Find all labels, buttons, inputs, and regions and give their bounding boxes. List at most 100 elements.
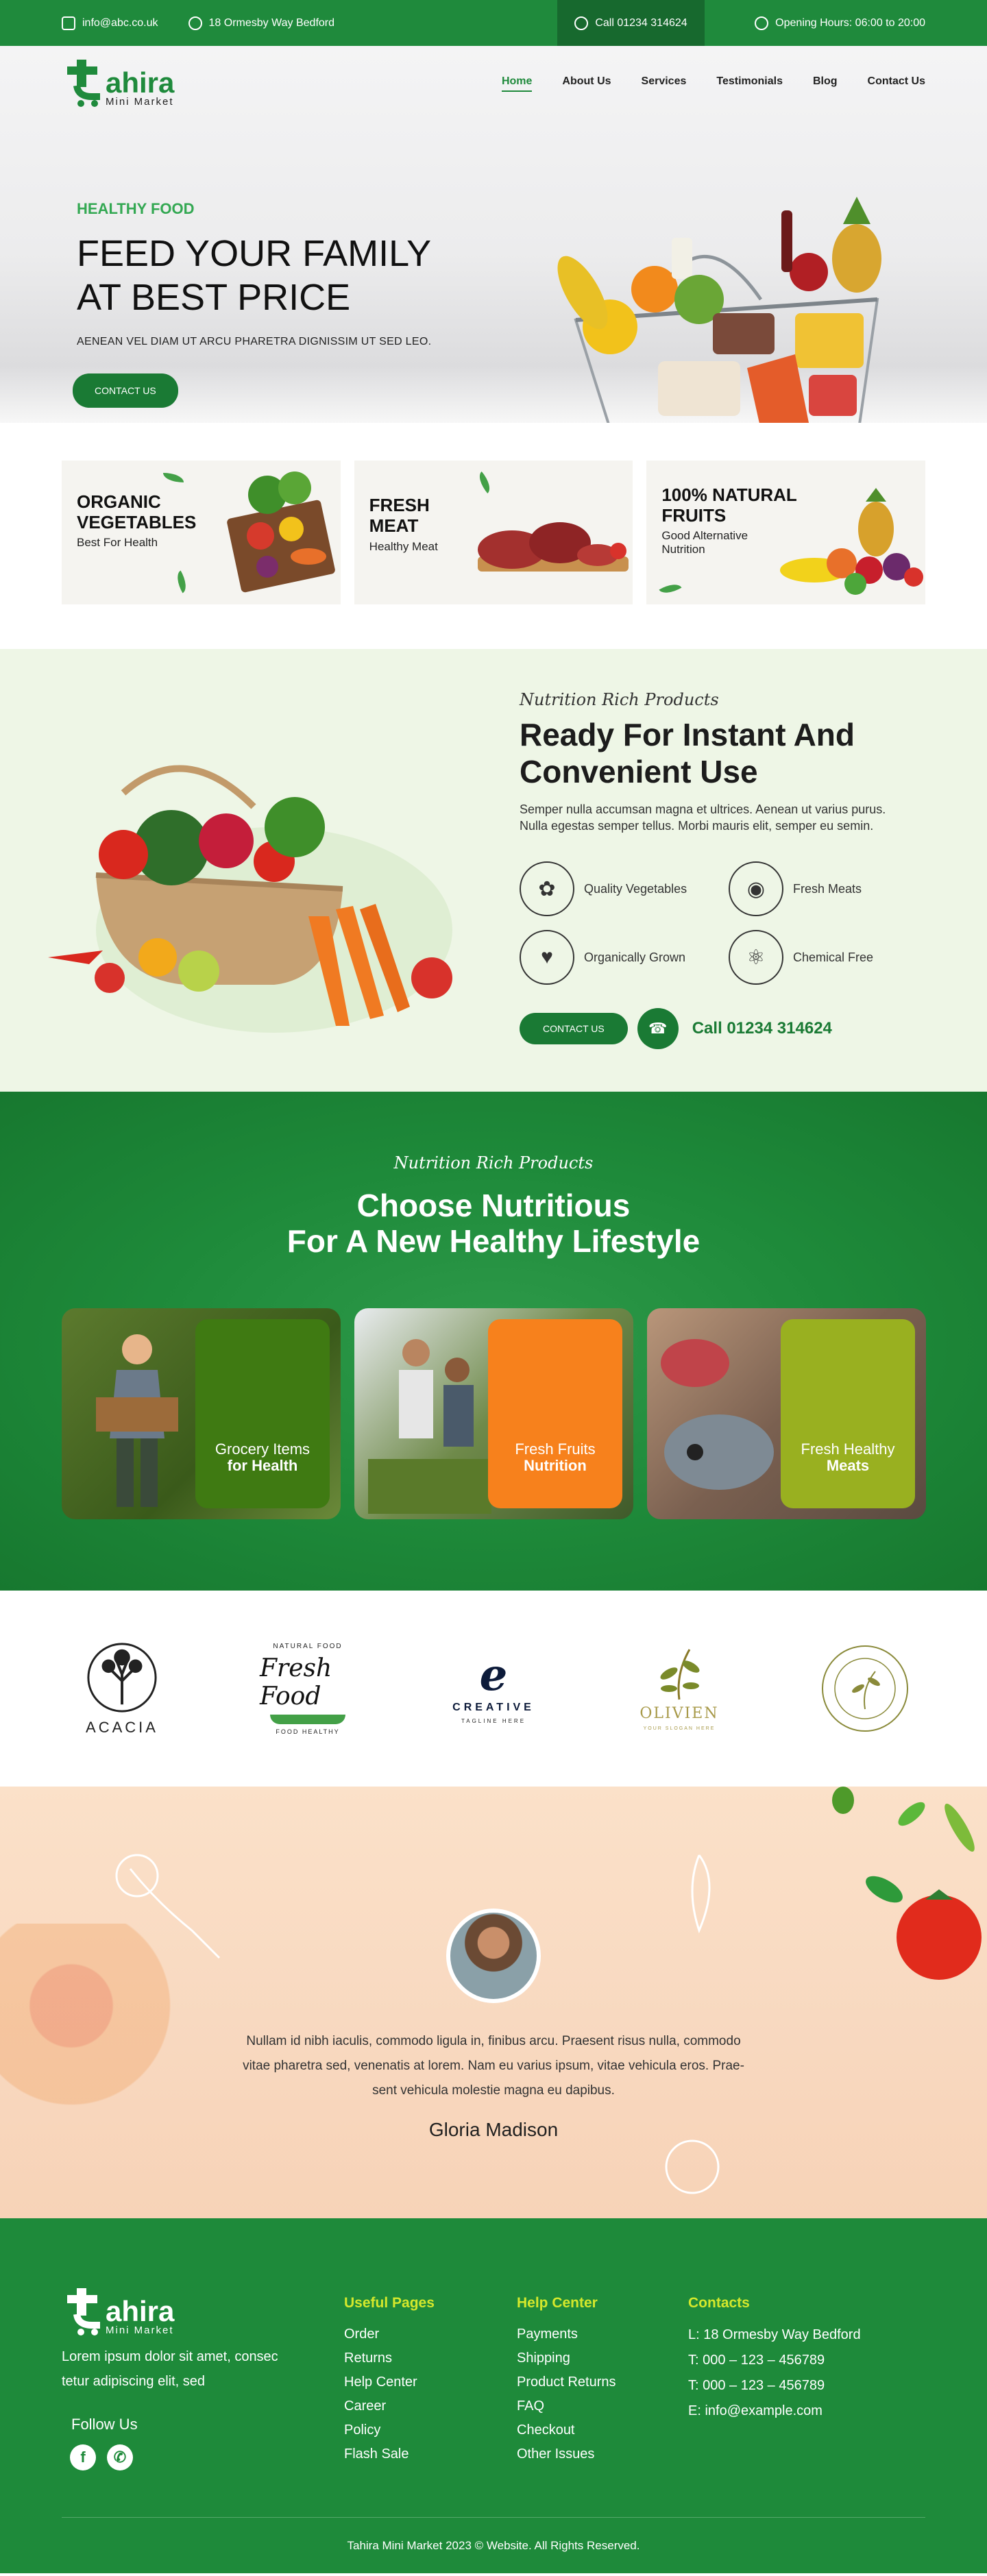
address-text: 18 Ormesby Way Bedford: [208, 16, 335, 29]
nav-testimonials[interactable]: Testimonials: [716, 75, 783, 92]
facebook-icon[interactable]: f: [70, 2444, 96, 2470]
footer-link[interactable]: Other Issues: [517, 2442, 616, 2466]
footer-link[interactable]: Flash Sale: [344, 2442, 435, 2466]
partner-tagline: TAGLINE HERE: [461, 1717, 526, 1724]
ready-script-heading: Nutrition Rich Products: [520, 690, 719, 709]
footer-help-center: Help Center Payments Shipping Product Re…: [517, 2295, 616, 2466]
ready-section: Nutrition Rich Products Ready For Instan…: [0, 649, 987, 1092]
footer-link[interactable]: Returns: [344, 2346, 435, 2370]
partner-logo-olivien[interactable]: OLIVIEN YOUR SLOGAN HERE: [631, 1641, 727, 1737]
hero-title-line1: FEED YOUR FAMILY: [77, 233, 432, 274]
footer-link[interactable]: Order: [344, 2322, 435, 2346]
testimonial-author: Gloria Madison: [428, 2119, 559, 2140]
feature-label: Fresh Meats: [793, 881, 862, 896]
feature-card-fruits[interactable]: 100% NATURAL FRUITS Good Alternative Nut…: [646, 461, 926, 604]
call-number[interactable]: Call 01234 314624: [692, 1019, 832, 1038]
footer-link[interactable]: Product Returns: [517, 2370, 616, 2394]
contact-phone[interactable]: T: 000 – 123 – 456789: [688, 2348, 861, 2373]
feature-chemical-free: ⚛ Chemical Free: [729, 930, 893, 985]
footer-link[interactable]: Payments: [517, 2322, 616, 2346]
whatsapp-icon[interactable]: ✆: [107, 2444, 133, 2470]
phone-call-icon[interactable]: ☎: [637, 1008, 679, 1049]
feature-subtitle: Healthy Meat: [369, 540, 438, 553]
hero-section: ahira Mini Market Home About Us Services…: [0, 46, 987, 423]
quote-line: sent vehicula molestie magna eu dapibus.: [372, 2083, 615, 2098]
ready-features-grid: ✿ Quality Vegetables ◉ Fresh Meats ♥ Org…: [520, 861, 931, 985]
brand-name: ahira: [106, 2295, 175, 2328]
brand-subtitle: Mini Market: [106, 96, 174, 108]
hero-description: AENEAN VEL DIAM UT ARCU PHARETRA DIGNISS…: [77, 336, 432, 347]
partner-tagline: YOUR SLOGAN HERE: [643, 1726, 716, 1731]
feature-label: Organically Grown: [584, 950, 686, 964]
footer-link[interactable]: Help Center: [344, 2370, 435, 2394]
category-card-grocery[interactable]: Grocery Items for Health: [62, 1308, 341, 1519]
feature-subtitle-line2: Nutrition: [661, 543, 705, 556]
category-label-line1: Fresh Healthy: [801, 1440, 895, 1458]
ready-contact-button[interactable]: CONTACT US: [520, 1013, 628, 1044]
flask-icon: ⚛: [729, 930, 783, 985]
category-card-fruits[interactable]: Fresh Fruits Nutrition: [354, 1308, 633, 1519]
leaf-arc-icon: [270, 1714, 345, 1724]
partner-name: ACACIA: [86, 1719, 158, 1736]
nav-home[interactable]: Home: [501, 75, 533, 92]
category-card-meats[interactable]: Fresh Healthy Meats: [647, 1308, 926, 1519]
feature-card-vegetables[interactable]: ORGANIC VEGETABLES Best For Health: [62, 461, 341, 604]
footer-brand-logo[interactable]: ahira Mini Market: [62, 2288, 174, 2336]
leaf-icon: [659, 579, 682, 598]
partner-name: CREATIVE: [452, 1701, 535, 1713]
hero-eyebrow: HEALTHY FOOD: [77, 200, 195, 217]
contact-email[interactable]: E: info@example.com: [688, 2399, 861, 2424]
footer-about: Lorem ipsum dolor sit amet, consec tetur…: [62, 2344, 315, 2394]
footer-link[interactable]: FAQ: [517, 2394, 616, 2418]
feature-fresh-meats: ◉ Fresh Meats: [729, 861, 893, 916]
olive-branch-icon: [660, 1649, 700, 1700]
footer: ahira Mini Market Lorem ipsum dolor sit …: [0, 2218, 987, 2573]
category-label-line2: Nutrition: [524, 1457, 587, 1474]
nav-blog[interactable]: Blog: [813, 75, 838, 92]
footer-link[interactable]: Policy: [344, 2418, 435, 2442]
product-category-cards: Grocery Items for Health Fresh Fruits Nu…: [62, 1308, 926, 1519]
quote-line: Nullam id nibh iaculis, commodo ligula i…: [246, 2034, 741, 2048]
footer-link[interactable]: Checkout: [517, 2418, 616, 2442]
feature-subtitle: Best For Health: [77, 536, 158, 549]
leaf-icon: [474, 471, 495, 493]
steak-icon: ◉: [729, 861, 783, 916]
blurred-produce-image: [0, 1924, 178, 2129]
nav-services[interactable]: Services: [642, 75, 687, 92]
testimonial-quote: Nullam id nibh iaculis, commodo ligula i…: [199, 2029, 788, 2103]
phone-info[interactable]: Call 01234 314624: [557, 0, 705, 46]
hero-contact-button[interactable]: CONTACT US: [73, 373, 178, 408]
nav-contact[interactable]: Contact Us: [868, 75, 925, 92]
ready-actions: CONTACT US ☎ Call 01234 314624: [520, 1008, 931, 1049]
fruit-pile-image: [780, 488, 924, 595]
farmer-photo: [96, 1334, 178, 1507]
email-info[interactable]: info@abc.co.uk: [62, 16, 158, 30]
contact-phone[interactable]: T: 000 – 123 – 456789: [688, 2373, 861, 2399]
feature-organically-grown: ♥ Organically Grown: [520, 930, 729, 985]
e-letter-icon: e: [479, 1649, 508, 1701]
contact-address: L: 18 Ormesby Way Bedford: [688, 2327, 861, 2342]
brand-logo[interactable]: ahira Mini Market: [62, 60, 174, 108]
main-nav: ahira Mini Market Home About Us Services…: [62, 60, 925, 108]
footer-link[interactable]: Career: [344, 2394, 435, 2418]
testimonial-section: Nullam id nibh iaculis, commodo ligula i…: [0, 1787, 987, 2218]
chili-outline-icon: [691, 1854, 711, 1934]
cart-logo-icon: [67, 60, 100, 107]
headset-icon: [574, 16, 589, 30]
partner-logo-acacia[interactable]: ACACIA: [74, 1641, 170, 1737]
nav-about[interactable]: About Us: [562, 75, 611, 92]
category-label-line1: Fresh Fruits: [515, 1440, 596, 1458]
footer-link[interactable]: Shipping: [517, 2346, 616, 2370]
feature-title-line1: ORGANIC: [77, 491, 161, 512]
vegetable-basket-image: [48, 765, 452, 1033]
customer-avatar: [446, 1909, 541, 2003]
feature-title: FRESH MEAT: [369, 495, 430, 536]
feature-card-meat[interactable]: FRESH MEAT Healthy Meat: [354, 461, 633, 604]
partner-logo-creative[interactable]: e CREATIVE TAGLINE HERE: [446, 1641, 541, 1737]
partner-logo-emblem[interactable]: [817, 1641, 913, 1737]
feature-label: Quality Vegetables: [584, 881, 687, 896]
brand-name: ahira: [106, 66, 175, 99]
partner-logo-freshfood[interactable]: NATURAL FOOD Fresh Food FOOD HEALTHY: [260, 1641, 356, 1737]
category-panel: Fresh Healthy Meats: [781, 1319, 915, 1508]
ready-title-line1: Ready For Instant And: [520, 717, 855, 752]
